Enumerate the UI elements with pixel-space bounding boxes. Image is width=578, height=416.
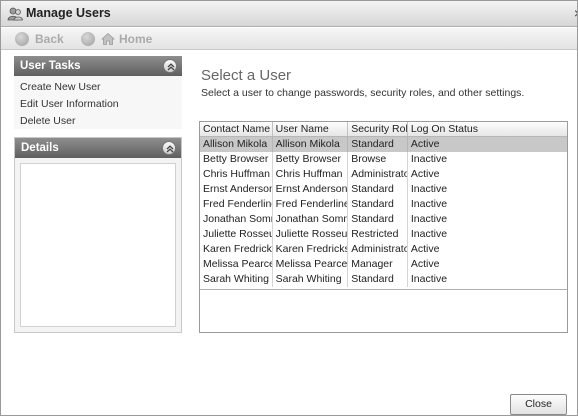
- cell-security-role: Standard: [348, 197, 408, 212]
- main-content: Select a User Select a user to change pa…: [199, 56, 577, 415]
- home-label: Home: [119, 32, 153, 46]
- details-panel: Details: [14, 137, 182, 333]
- cell-log-on-status: Inactive: [410, 153, 448, 165]
- cell-contact-name: Sarah Whiting: [200, 272, 273, 287]
- table-row[interactable]: Sarah Whiting Sarah Whiting Standard Ina…: [200, 272, 567, 287]
- cell-log-on-status: Active: [410, 243, 440, 255]
- cell-user-name: Ernst Anderson: [273, 182, 349, 197]
- cell-log-on-status: Inactive: [410, 213, 448, 225]
- home-button[interactable]: Home: [81, 31, 152, 47]
- page-subtitle: Select a user to change passwords, secur…: [201, 87, 525, 99]
- cell-security-role: Manager: [348, 257, 408, 272]
- cell-user-name: Jonathan Somme: [273, 212, 349, 227]
- cell-security-role: Restricted: [348, 227, 408, 242]
- column-header-security-role[interactable]: Security Role: [348, 122, 408, 136]
- table-divider: [200, 289, 567, 290]
- users-table[interactable]: Contact Name User Name Security Role Log…: [199, 121, 568, 333]
- collapse-details-button[interactable]: [162, 141, 176, 155]
- cell-user-name: Chris Huffman: [273, 167, 349, 182]
- window-title: Manage Users: [26, 6, 111, 20]
- cell-contact-name: Juliette Rosseux: [200, 227, 273, 242]
- cell-log-on-status: Active: [410, 168, 440, 180]
- manage-users-window: Manage Users × Back Home User Tasks: [0, 0, 578, 416]
- cell-contact-name: Allison Mikola: [200, 137, 273, 152]
- chevron-up-double-icon: [166, 145, 174, 153]
- task-edit-user-information[interactable]: Edit User Information: [20, 96, 182, 113]
- column-header-log-on-status[interactable]: Log On Status: [408, 122, 567, 136]
- cell-contact-name: Ernst Anderson: [200, 182, 273, 197]
- user-tasks-title: User Tasks: [20, 60, 81, 72]
- cell-user-name: Betty Browser: [273, 152, 349, 167]
- back-button[interactable]: Back: [15, 31, 64, 47]
- cell-contact-name: Fred Fenderline: [200, 197, 273, 212]
- user-tasks-panel: User Tasks Create New User Edit User Inf…: [14, 56, 182, 129]
- column-header-contact-name[interactable]: Contact Name: [200, 122, 273, 136]
- cell-user-name: Allison Mikola: [273, 137, 349, 152]
- cell-user-name: Juliette Rosseux: [273, 227, 349, 242]
- table-row[interactable]: Juliette Rosseux Juliette Rosseux Restri…: [200, 227, 567, 242]
- table-row[interactable]: Karen Fredricks Karen Fredricks Administ…: [200, 242, 567, 257]
- details-title: Details: [21, 142, 59, 154]
- cell-user-name: Melissa Pearce: [273, 257, 349, 272]
- user-tasks-header[interactable]: User Tasks: [14, 56, 182, 76]
- back-label: Back: [35, 32, 64, 46]
- cell-security-role: Standard: [348, 212, 408, 227]
- table-row[interactable]: Fred Fenderline Fred Fenderline Standard…: [200, 197, 567, 212]
- sidebar: User Tasks Create New User Edit User Inf…: [14, 56, 182, 415]
- task-delete-user[interactable]: Delete User: [20, 113, 182, 130]
- cell-contact-name: Jonathan Somme: [200, 212, 273, 227]
- cell-contact-name: Chris Huffman: [200, 167, 273, 182]
- cell-contact-name: Melissa Pearce: [200, 257, 273, 272]
- home-icon: [101, 32, 115, 45]
- title-bar: Manage Users ×: [1, 1, 577, 27]
- navigation-bar: Back Home: [1, 28, 577, 50]
- back-arrow-icon: [15, 32, 29, 46]
- cell-log-on-status: Inactive: [410, 183, 448, 195]
- cell-user-name: Karen Fredricks: [273, 242, 349, 257]
- cell-log-on-status: Inactive: [410, 198, 448, 210]
- table-row[interactable]: Jonathan Somme Jonathan Somme Standard I…: [200, 212, 567, 227]
- table-row[interactable]: Melissa Pearce Melissa Pearce Manager Ac…: [200, 257, 567, 272]
- details-content-area: [20, 163, 176, 327]
- cell-security-role: Administrator: [348, 167, 408, 182]
- details-header[interactable]: Details: [15, 138, 181, 158]
- cell-security-role: Standard: [348, 137, 408, 152]
- cell-contact-name: Karen Fredricks: [200, 242, 273, 257]
- window-close-icon[interactable]: ×: [574, 5, 577, 21]
- cell-security-role: Standard: [348, 182, 408, 197]
- table-row[interactable]: Chris Huffman Chris Huffman Administrato…: [200, 167, 567, 182]
- collapse-tasks-button[interactable]: [163, 59, 177, 73]
- task-create-new-user[interactable]: Create New User: [20, 79, 182, 96]
- table-header: Contact Name User Name Security Role Log…: [200, 122, 567, 137]
- cell-security-role: Administrator: [348, 242, 408, 257]
- table-row[interactable]: Allison Mikola Allison Mikola Standard A…: [200, 137, 567, 152]
- cell-log-on-status: Active: [410, 138, 440, 150]
- cell-security-role: Browse: [348, 152, 408, 167]
- page-title: Select a User: [201, 67, 292, 84]
- cell-log-on-status: Inactive: [410, 228, 448, 240]
- cell-contact-name: Betty Browser: [200, 152, 273, 167]
- table-row[interactable]: Betty Browser Betty Browser Browse Inact…: [200, 152, 567, 167]
- cell-log-on-status: Inactive: [410, 273, 448, 285]
- task-list: Create New User Edit User Information De…: [14, 76, 182, 132]
- cell-security-role: Standard: [348, 272, 408, 287]
- cell-user-name: Sarah Whiting: [273, 272, 349, 287]
- cell-user-name: Fred Fenderline: [273, 197, 349, 212]
- users-icon: [7, 7, 23, 21]
- chevron-up-double-icon: [167, 63, 175, 71]
- table-row[interactable]: Ernst Anderson Ernst Anderson Standard I…: [200, 182, 567, 197]
- close-button[interactable]: Close: [510, 394, 567, 415]
- cell-log-on-status: Active: [410, 258, 440, 270]
- forward-arrow-icon: [81, 32, 95, 46]
- column-header-user-name[interactable]: User Name: [273, 122, 349, 136]
